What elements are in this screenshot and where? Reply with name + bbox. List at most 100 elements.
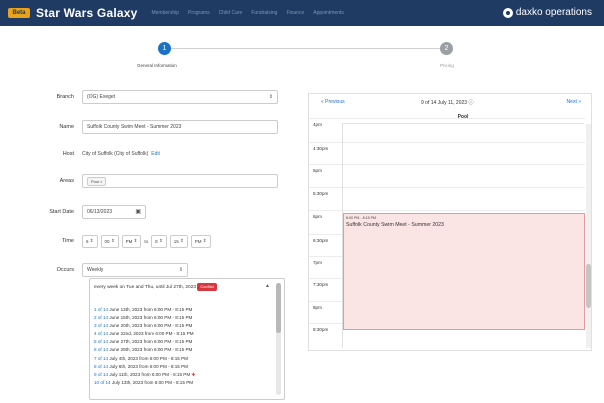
occurrence-index[interactable]: 6 of 14 <box>94 347 108 352</box>
list-item[interactable]: 3 of 14 June 20th, 2023 from 6:00 PM - 8… <box>94 322 195 330</box>
nav-item-programs[interactable]: Programs <box>188 10 210 16</box>
areas-input[interactable]: Pool × <box>82 174 278 188</box>
end-ampm-value: PM <box>194 238 202 244</box>
list-item[interactable]: 1 of 14 June 13th, 2023 from 6:00 PM - 8… <box>94 306 195 314</box>
time-row: 5:30pm <box>309 187 585 199</box>
area-chip-pool[interactable]: Pool × <box>87 176 107 186</box>
occurrence-items: 1 of 14 June 13th, 2023 from 6:00 PM - 8… <box>94 306 195 387</box>
occurrence-text: June 29th, 2023 from 6:00 PM - 8:15 PM <box>109 347 193 353</box>
list-item[interactable]: 4 of 14 June 22nd, 2023 from 6:00 PM - 8… <box>94 330 195 338</box>
conflict-marker-icon: ✚ <box>191 371 196 377</box>
occurrence-text: July 11th, 2023 from 6:00 PM - 8:15 PM <box>109 371 191 377</box>
conflict-badge: Conflict <box>197 283 217 291</box>
calendar-header: « Previous 9 of 14 July 11, 2023 ⓘ Next … <box>309 94 593 110</box>
branch-label: Branch <box>56 94 74 100</box>
brand-logo[interactable]: daxko operations <box>502 7 592 18</box>
name-input[interactable]: Suffolk County Swim Meet - Summer 2023 <box>82 120 278 134</box>
list-item[interactable]: 2 of 14 June 15th, 2023 from 6:00 PM - 8… <box>94 314 195 322</box>
end-ampm-select[interactable]: PM ⇕ <box>190 234 211 248</box>
occurrence-index[interactable]: 7 of 14 <box>94 356 108 361</box>
occurrence-index[interactable]: 1 of 14 <box>94 307 108 312</box>
nav-item-appointments[interactable]: Appointments <box>313 10 344 16</box>
name-label: Name <box>59 124 74 130</box>
occurrence-text: June 20th, 2023 from 6:00 PM - 8:15 PM <box>109 323 193 329</box>
time-label: 7pm <box>313 260 322 265</box>
occurrence-list[interactable]: every week on Tue and Thu, until Jul 27t… <box>89 278 285 400</box>
start-ampm-value: PM <box>125 238 133 244</box>
calendar-grid[interactable]: 4pm 4:30pm 5pm 5:30pm 6pm 6:30pm 7pm 7:3… <box>309 118 585 348</box>
event-title: Suffolk County Swim Meet - Summer 2023 <box>346 222 444 228</box>
next-link[interactable]: Next » <box>567 99 581 105</box>
end-minute-select[interactable]: 15 ⇕ <box>169 234 188 248</box>
calendar-event[interactable]: 6:00 PM - 8:15 PM Suffolk County Swim Me… <box>343 213 585 330</box>
wizard-stepper: 1 General Information 2 Pricing <box>0 26 604 74</box>
app-title[interactable]: Star Wars Galaxy <box>36 6 137 20</box>
calendar-scroll-thumb[interactable] <box>586 264 591 308</box>
brand-name: daxko operations <box>515 7 592 18</box>
occurrence-index[interactable]: 4 of 14 <box>94 331 108 336</box>
time-label: 5:30pm <box>313 191 329 196</box>
nav-menu: Membership Programs Child Care Fundraisi… <box>151 10 352 16</box>
time-label: 6pm <box>313 214 322 219</box>
daxko-logo-icon <box>502 7 513 18</box>
end-minute-value: 15 <box>173 238 179 244</box>
calendar-icon[interactable]: ▣ <box>135 208 141 215</box>
time-label: 7:30pm <box>313 282 329 287</box>
start-ampm-select[interactable]: PM ⇕ <box>121 234 142 248</box>
occurrence-text: June 15th, 2023 from 6:00 PM - 8:15 PM <box>109 315 193 321</box>
occurrence-text: June 22nd, 2023 from 6:00 PM - 8:15 PM <box>109 331 194 337</box>
occurrence-index[interactable]: 8 of 14 <box>94 364 108 369</box>
nav-item-fundraising[interactable]: Fundraising <box>251 10 277 16</box>
time-label: 8pm <box>313 305 322 310</box>
occurs-row: Occurs Weekly ⇕ <box>0 262 188 278</box>
occurrence-index[interactable]: 5 of 14 <box>94 339 108 344</box>
start-hour-select[interactable]: 6 ⇕ <box>82 234 98 248</box>
branch-row: Branch (OG) Exeget ⇕ <box>0 89 278 105</box>
name-row: Name Suffolk County Swim Meet - Summer 2… <box>0 119 278 135</box>
areas-row: Areas Pool × <box>0 173 278 189</box>
step-1-label: General Information <box>137 63 177 68</box>
top-nav: Beta Star Wars Galaxy Membership Program… <box>0 0 604 26</box>
calendar-current-date: 9 of 14 July 11, 2023 ⓘ <box>421 100 474 106</box>
collapse-caret-icon[interactable]: ▲ <box>265 283 270 289</box>
step-2-label: Pricing <box>440 63 454 68</box>
nav-item-finance[interactable]: Finance <box>286 10 304 16</box>
start-minute-select[interactable]: 00 ⇕ <box>100 234 119 248</box>
branch-select[interactable]: (OG) Exeget ⇕ <box>82 90 278 104</box>
occurrence-index[interactable]: 10 of 14 <box>94 380 111 385</box>
time-to-label: to <box>144 238 149 244</box>
list-item[interactable]: 6 of 14 June 29th, 2023 from 6:00 PM - 8… <box>94 346 195 354</box>
occurrence-index[interactable]: 2 of 14 <box>94 315 108 320</box>
time-label: 5pm <box>313 168 322 173</box>
start-date-row: Start Date 06/13/2023 ▣ <box>0 204 146 220</box>
list-item[interactable]: 10 of 14 July 13th, 2023 from 6:00 PM - … <box>94 379 195 387</box>
list-item[interactable]: 9 of 14 July 11th, 2023 from 6:00 PM - 8… <box>94 371 195 379</box>
step-2-dot[interactable]: 2 <box>440 42 453 55</box>
step-1-dot[interactable]: 1 <box>158 42 171 55</box>
nav-item-child-care[interactable]: Child Care <box>219 10 243 16</box>
time-label: Time <box>61 238 74 244</box>
time-label: 4pm <box>313 122 322 127</box>
list-item[interactable]: 7 of 14 July 4th, 2023 from 6:00 PM - 8:… <box>94 355 195 363</box>
time-label: 8:30pm <box>313 327 329 332</box>
previous-link[interactable]: « Previous <box>321 99 345 105</box>
occurrence-scrollbar[interactable] <box>276 283 281 395</box>
occurrence-index[interactable]: 3 of 14 <box>94 323 108 328</box>
logo-badge[interactable]: Beta <box>8 8 30 18</box>
nav-item-membership[interactable]: Membership <box>151 10 179 16</box>
occurrence-scroll-thumb[interactable] <box>276 283 281 333</box>
occurs-label: Occurs <box>56 267 74 273</box>
host-label: Host <box>62 151 74 157</box>
start-date-input[interactable]: 06/13/2023 ▣ <box>82 205 146 219</box>
calendar-scrollbar[interactable] <box>586 124 591 348</box>
list-item[interactable]: 8 of 14 July 6th, 2023 from 6:00 PM - 8:… <box>94 363 195 371</box>
occurs-select[interactable]: Weekly ⇕ <box>82 263 188 277</box>
day-calendar: « Previous 9 of 14 July 11, 2023 ⓘ Next … <box>308 93 592 351</box>
host-row: Host City of Suffolk (City of Suffolk) E… <box>0 146 160 162</box>
start-date-label: Start Date <box>49 209 74 215</box>
list-item[interactable]: 5 of 14 June 27th, 2023 from 6:00 PM - 8… <box>94 338 195 346</box>
host-edit-link[interactable]: Edit <box>151 151 160 157</box>
end-hour-select[interactable]: 8 ⇕ <box>151 234 167 248</box>
occurrence-text: July 13th, 2023 from 6:00 PM - 8:15 PM <box>111 379 194 385</box>
occurrence-index[interactable]: 9 of 14 <box>94 372 108 377</box>
